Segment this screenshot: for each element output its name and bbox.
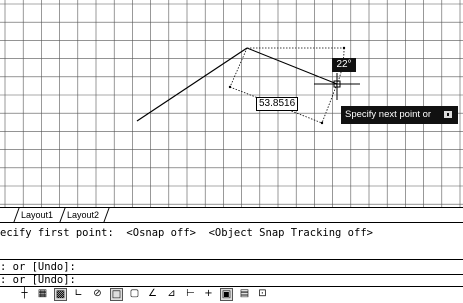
status-bar: ┼ ▦ ▩ ∟ ⊘ □ ▢ ∠ ⊿ ⊢ + ▣ ▤ ⊡ — [0, 286, 463, 303]
command-history-line: ecify first point: <Osnap off> <Object S… — [0, 227, 373, 239]
polar-tracking-icon[interactable]: ⊘ — [91, 288, 104, 301]
dimension-guides — [229, 47, 345, 124]
grid-lines — [0, 0, 463, 207]
grid-icon[interactable]: ▩ — [54, 288, 67, 301]
layout-tab-bar: Layout1 Layout2 — [0, 207, 463, 223]
quick-properties-icon[interactable]: ▤ — [238, 288, 251, 301]
command-window[interactable]: ecify first point: <Osnap off> <Object S… — [0, 222, 463, 288]
grid-display-icon[interactable]: ▦ — [36, 288, 49, 301]
tab-divider — [13, 208, 20, 222]
object-snap-tracking-icon[interactable]: ▢ — [128, 288, 141, 301]
prompt-text: Specify next point or — [345, 109, 432, 120]
rubber-band-line — [246, 47, 338, 85]
lineweight-icon[interactable]: ⊢ — [184, 288, 197, 301]
tab-divider — [103, 208, 110, 222]
selection-cycling-icon[interactable]: ⊡ — [256, 288, 269, 301]
tab-divider — [59, 208, 66, 222]
object-snap-icon[interactable]: □ — [110, 288, 123, 301]
command-history-line: : or [Undo]: — [0, 261, 76, 273]
snap-icon[interactable]: ┼ — [18, 288, 31, 301]
dynamic-prompt-tooltip: Specify next point or — [341, 106, 458, 124]
drawing-area[interactable] — [0, 0, 463, 207]
ucs-icon[interactable]: ∠ — [146, 288, 159, 301]
dynamic-input-icon[interactable]: ⊿ — [165, 288, 178, 301]
drawn-line-segment — [136, 47, 248, 122]
length-input-field[interactable]: 53.8516 — [256, 97, 298, 111]
angle-tooltip: 22° — [332, 58, 356, 72]
command-separator — [0, 259, 463, 260]
crosshair-icon[interactable]: + — [202, 288, 215, 301]
down-arrow-key-icon[interactable] — [444, 111, 452, 118]
transparency-icon[interactable]: ▣ — [220, 288, 233, 301]
tab-layout1[interactable]: Layout1 — [21, 209, 53, 222]
tab-layout2[interactable]: Layout2 — [67, 209, 99, 222]
command-input-line[interactable]: : or [Undo]: — [0, 274, 76, 286]
ortho-icon[interactable]: ∟ — [72, 288, 85, 301]
